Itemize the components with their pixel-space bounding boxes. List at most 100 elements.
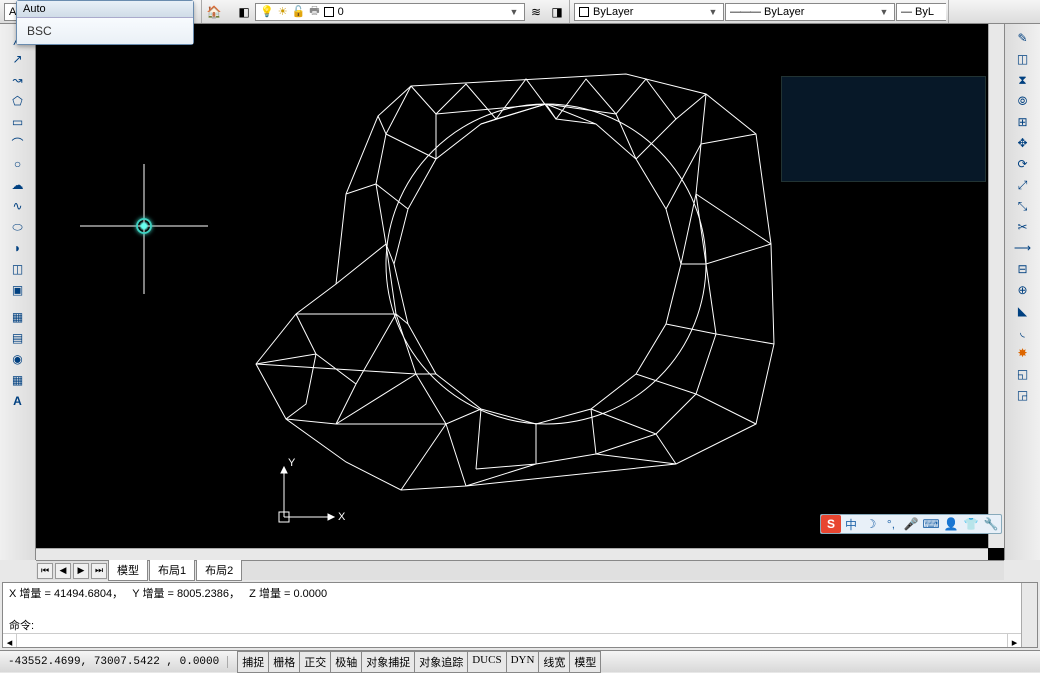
- mic-icon[interactable]: 🎤: [901, 515, 921, 533]
- popup-suggestion[interactable]: BSC: [17, 18, 193, 44]
- polyline-icon[interactable]: ↝: [4, 70, 32, 90]
- popup-title: Auto: [17, 1, 193, 18]
- front-icon[interactable]: ◱: [1009, 364, 1037, 384]
- home-icon[interactable]: 🏠: [204, 2, 224, 22]
- layout-tabs: ⏮ ◀ ▶ ⏭ 模型 布局1 布局2: [36, 560, 1004, 580]
- xline-icon[interactable]: ↗: [4, 49, 32, 69]
- join-icon[interactable]: ⊕: [1009, 280, 1037, 300]
- command-window[interactable]: X 增量 = 41494.6804， Y 增量 = 8005.2386， Z 增…: [2, 582, 1038, 648]
- layer-manager-icon[interactable]: ◧: [234, 2, 254, 22]
- snap-toggle[interactable]: 捕捉: [237, 651, 269, 673]
- horizontal-scrollbar[interactable]: [36, 548, 988, 560]
- color-label: ByLayer: [593, 6, 633, 18]
- circle-icon[interactable]: ○: [4, 154, 32, 174]
- status-bar: -43552.4699, 73007.5422 , 0.0000 捕捉 栅格 正…: [0, 650, 1040, 672]
- tab-layout1[interactable]: 布局1: [149, 560, 195, 581]
- layer-name: 0: [338, 6, 344, 18]
- table-icon[interactable]: ▦: [4, 370, 32, 390]
- scroll-right-icon[interactable]: ▸: [1007, 634, 1021, 647]
- vertical-scrollbar[interactable]: [988, 24, 1004, 548]
- plot-icon: 🖶: [309, 2, 319, 21]
- chamfer-icon[interactable]: ◣: [1009, 301, 1037, 321]
- grid-toggle[interactable]: 栅格: [268, 651, 300, 673]
- preview-panel: [781, 76, 986, 182]
- osnap-toggle[interactable]: 对象捕捉: [361, 651, 415, 673]
- move-icon[interactable]: ✥: [1009, 133, 1037, 153]
- wrench-icon[interactable]: 🔧: [981, 515, 1001, 533]
- layer-color-swatch: [324, 7, 334, 17]
- tab-first-icon[interactable]: ⏮: [37, 563, 53, 579]
- svg-text:Y: Y: [288, 457, 296, 469]
- layer-prev-icon[interactable]: ≋: [526, 2, 546, 22]
- fillet-icon[interactable]: ◟: [1009, 322, 1037, 342]
- ucs-icon: X Y: [274, 452, 354, 532]
- revcloud-icon[interactable]: ☁: [4, 175, 32, 195]
- color-combo[interactable]: ByLayer ▼: [574, 3, 724, 21]
- tab-last-icon[interactable]: ⏭: [91, 563, 107, 579]
- dyn-toggle[interactable]: DYN: [506, 651, 540, 673]
- line-sample-icon: —: [901, 6, 911, 18]
- tab-layout2[interactable]: 布局2: [196, 560, 242, 581]
- text-icon[interactable]: A: [4, 391, 32, 411]
- back-icon[interactable]: ◲: [1009, 385, 1037, 405]
- lwt-toggle[interactable]: 线宽: [538, 651, 570, 673]
- skin-icon[interactable]: 👕: [961, 515, 981, 533]
- tab-prev-icon[interactable]: ◀: [55, 563, 71, 579]
- scale-icon[interactable]: ⤢: [1009, 175, 1037, 195]
- otrack-toggle[interactable]: 对象追踪: [414, 651, 468, 673]
- sun-icon: ☀: [278, 5, 288, 18]
- moon-icon[interactable]: ☽: [861, 515, 881, 533]
- scroll-left-icon[interactable]: ◂: [3, 634, 17, 647]
- rotate-icon[interactable]: ⟳: [1009, 154, 1037, 174]
- punct-icon[interactable]: °,: [881, 515, 901, 533]
- spline-icon[interactable]: ∿: [4, 196, 32, 216]
- polar-toggle[interactable]: 极轴: [330, 651, 362, 673]
- model-toggle[interactable]: 模型: [569, 651, 601, 673]
- drawing-canvas[interactable]: X Y S 中 ☽ °, 🎤 ⌨ 👤 👕 🔧: [36, 24, 1004, 560]
- mirror-icon[interactable]: ⧗: [1009, 70, 1037, 90]
- polygon-icon[interactable]: ⬠: [4, 91, 32, 111]
- ime-lang[interactable]: 中: [841, 515, 861, 533]
- command-scrollbar[interactable]: [1021, 583, 1037, 647]
- ortho-toggle[interactable]: 正交: [299, 651, 331, 673]
- layer-combo[interactable]: 💡 ☀ 🔓 🖶 0 ▼: [255, 3, 525, 21]
- array-icon[interactable]: ⊞: [1009, 112, 1037, 132]
- status-toggles: 捕捉 栅格 正交 极轴 对象捕捉 对象追踪 DUCS DYN 线宽 模型: [238, 651, 601, 673]
- ellipse-icon[interactable]: ⬭: [4, 217, 32, 237]
- tab-model[interactable]: 模型: [108, 560, 148, 581]
- extend-icon[interactable]: ⟶: [1009, 238, 1037, 258]
- gradient-icon[interactable]: ▤: [4, 328, 32, 348]
- lineweight-combo[interactable]: — ByL: [896, 3, 946, 21]
- chevron-down-icon: ▼: [508, 7, 520, 17]
- hatch-icon[interactable]: ▦: [4, 307, 32, 327]
- line-sample-icon: ———: [730, 6, 760, 18]
- stretch-icon[interactable]: ⤡: [1009, 196, 1037, 216]
- arc-icon[interactable]: ⌒: [4, 133, 32, 153]
- region-icon[interactable]: ◉: [4, 349, 32, 369]
- linetype-combo[interactable]: ——— ByLayer ▼: [725, 3, 895, 21]
- explode-icon[interactable]: ✸: [1009, 343, 1037, 363]
- modify-toolbar: ✎ ◫ ⧗ ⦾ ⊞ ✥ ⟳ ⤢ ⤡ ✂ ⟶ ⊟ ⊕ ◣ ◟ ✸ ◱ ◲: [1004, 24, 1040, 560]
- light-on-icon: 💡: [260, 5, 274, 18]
- sogou-icon[interactable]: S: [821, 515, 841, 533]
- autocomplete-popup: Auto BSC: [16, 0, 194, 45]
- ellipse-arc-icon[interactable]: ◗: [4, 238, 32, 258]
- command-text[interactable]: X 增量 = 41494.6804， Y 增量 = 8005.2386， Z 增…: [3, 583, 1021, 647]
- make-block-icon[interactable]: ▣: [4, 280, 32, 300]
- break-icon[interactable]: ⊟: [1009, 259, 1037, 279]
- rectangle-icon[interactable]: ▭: [4, 112, 32, 132]
- ducs-toggle[interactable]: DUCS: [467, 651, 506, 673]
- offset-icon[interactable]: ⦾: [1009, 91, 1037, 111]
- insert-block-icon[interactable]: ◫: [4, 259, 32, 279]
- copy-icon[interactable]: ◫: [1009, 49, 1037, 69]
- account-icon[interactable]: 👤: [941, 515, 961, 533]
- trim-icon[interactable]: ✂: [1009, 217, 1037, 237]
- draw-toolbar: ╱ ↗ ↝ ⬠ ▭ ⌒ ○ ☁ ∿ ⬭ ◗ ◫ ▣ ▦ ▤ ◉ ▦ A: [0, 24, 36, 560]
- linetype-label: ByLayer: [764, 6, 804, 18]
- erase-icon[interactable]: ✎: [1009, 28, 1037, 48]
- keyboard-icon[interactable]: ⌨: [921, 515, 941, 533]
- layer-states-icon[interactable]: ◨: [547, 2, 567, 22]
- tab-next-icon[interactable]: ▶: [73, 563, 89, 579]
- lock-icon: 🔓: [292, 5, 306, 18]
- status-coords: -43552.4699, 73007.5422 , 0.0000: [0, 656, 228, 668]
